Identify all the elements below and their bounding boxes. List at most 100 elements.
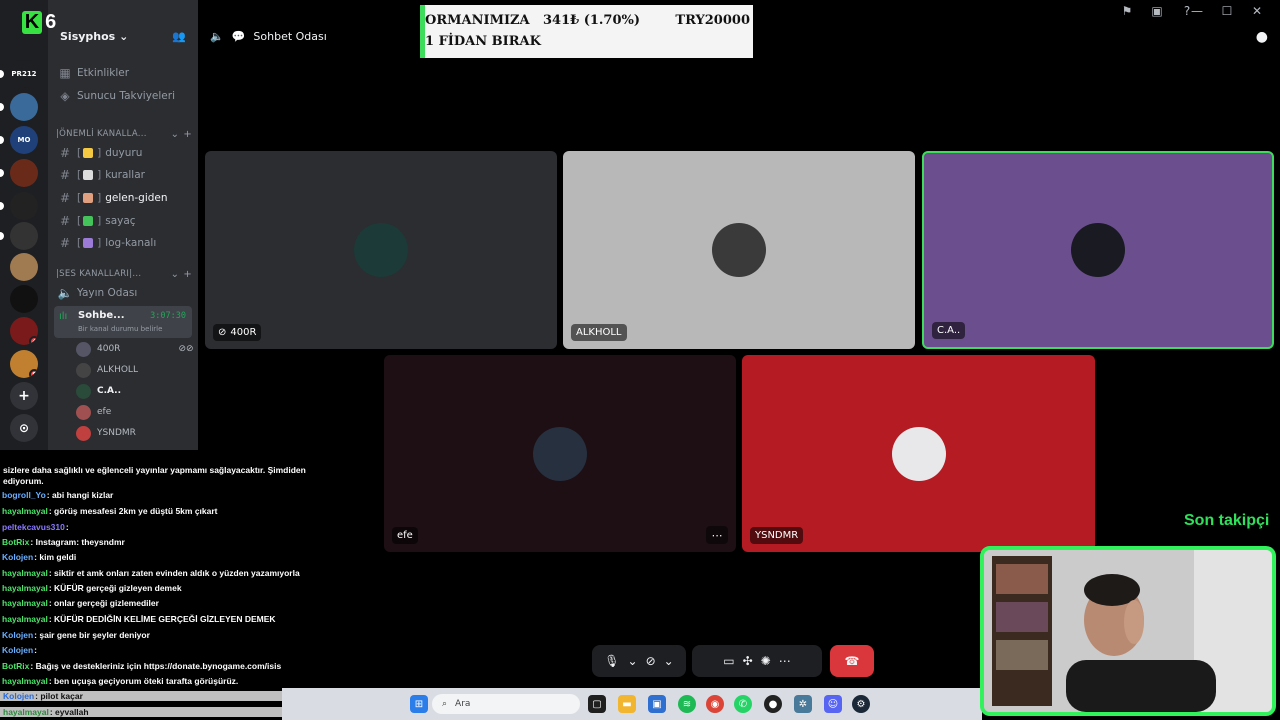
- add-channel-icon[interactable]: +: [183, 129, 192, 140]
- hashtag-icon: #: [59, 146, 71, 160]
- active-voice-name: Sohbe...: [78, 310, 125, 321]
- obs-icon[interactable]: ●: [764, 695, 782, 713]
- camera-off-icon[interactable]: ⊘: [646, 654, 656, 668]
- store-icon[interactable]: ▣: [648, 695, 666, 713]
- chat-message: hayalmayal: siktir et amk onları zaten e…: [2, 568, 300, 578]
- voice-member-0[interactable]: 400R ⊘⊘: [76, 340, 194, 358]
- server-icon-5[interactable]: [10, 222, 38, 250]
- sidebar-item-boosts[interactable]: ◈ Sunucu Takviyeleri: [56, 86, 192, 106]
- server-icon-4[interactable]: [10, 192, 38, 220]
- chat-message: hayalmayal: ben uçuşa geçiyorum öteki ta…: [2, 676, 238, 686]
- server-icon-3[interactable]: [10, 159, 38, 187]
- soundboard-icon[interactable]: ✺: [761, 654, 771, 668]
- chat-username: Kolojen: [2, 552, 34, 562]
- maximize-icon[interactable]: ☐: [1212, 0, 1242, 22]
- chrome-icon[interactable]: ◉: [706, 695, 724, 713]
- mic-control[interactable]: 🎙 ⌄ ⊘ ⌄: [592, 645, 686, 677]
- spotify-icon[interactable]: ≋: [678, 695, 696, 713]
- video-tile-efe[interactable]: efe ⋯: [384, 355, 736, 552]
- invite-people-icon[interactable]: 👥: [172, 30, 186, 43]
- text-channel-2[interactable]: # [] gelen-giden: [56, 188, 192, 208]
- chat-message: Kolojen: kim geldi: [2, 552, 76, 562]
- server-icon-1[interactable]: [10, 93, 38, 121]
- server-icon-0[interactable]: PR212: [10, 60, 38, 88]
- voice-member-4[interactable]: YSNDMR: [76, 424, 136, 442]
- server-icon-9[interactable]: 8: [10, 350, 38, 378]
- stream-chat-overlay: sizlere daha sağlıklı ve eğlenceli yayın…: [0, 448, 306, 720]
- server-icon-6[interactable]: [10, 253, 38, 281]
- more-icon[interactable]: ⋯: [779, 654, 791, 668]
- microphone-icon[interactable]: 🎙: [604, 654, 619, 668]
- voice-member-1[interactable]: ALKHOLL: [76, 361, 138, 379]
- server-name[interactable]: Sisyphos ⌄: [60, 30, 128, 43]
- video-tile-ca[interactable]: C.A..: [922, 151, 1274, 349]
- text-channel-1[interactable]: # [] kurallar: [56, 165, 192, 185]
- inbox-icon[interactable]: ▣: [1148, 2, 1166, 20]
- chat-message: hayalmayal: KÜFÜR gerçeği gizleyen demek: [2, 583, 182, 593]
- sidebar-item-events[interactable]: ▦ Etkinlikler: [56, 63, 192, 83]
- minimize-icon[interactable]: —: [1182, 0, 1212, 22]
- discord-icon[interactable]: ☺: [824, 695, 842, 713]
- open-chat-icon[interactable]: ●: [1256, 29, 1268, 45]
- chat-text: :: [65, 522, 69, 532]
- channel-status-hint[interactable]: Bir kanal durumu belirle: [78, 325, 162, 333]
- server-icon-8[interactable]: 4: [10, 317, 38, 345]
- server-icon-7[interactable]: [10, 285, 38, 313]
- windows-start-icon[interactable]: ⊞: [410, 695, 428, 713]
- text-channel-0[interactable]: # [] duyuru: [56, 143, 192, 163]
- mention-badge: 4: [29, 336, 38, 345]
- stream-logo: K6: [16, 8, 62, 36]
- voice-channel-yayin[interactable]: 🔈 Yayın Odası: [56, 283, 192, 303]
- video-tile-400r[interactable]: ⊘ 400R: [205, 151, 557, 349]
- chevron-down-icon[interactable]: ⌄: [628, 654, 638, 668]
- call-channel-name: Sohbet Odası: [253, 30, 327, 43]
- channel-label: sayaç: [105, 215, 136, 227]
- whatsapp-icon[interactable]: ✆: [734, 695, 752, 713]
- channel-label: log-kanalı: [105, 237, 157, 249]
- text-channel-3[interactable]: # [] sayaç: [56, 211, 192, 231]
- voice-member-3[interactable]: efe: [76, 403, 111, 421]
- chat-username: BotRix: [2, 661, 30, 671]
- chat-message: hayalmayal: görüş mesafesi 2km ye düştü …: [2, 506, 218, 516]
- category-important[interactable]: |ÖNEMLİ KANALLA... ⌄ +: [56, 124, 192, 144]
- file-explorer-icon[interactable]: ▬: [618, 695, 636, 713]
- chat-message: hayalmayal: eyvallah: [0, 707, 282, 717]
- server-icon-2[interactable]: MO: [10, 126, 38, 154]
- text-channel-4[interactable]: # [] log-kanalı: [56, 233, 192, 253]
- avatar: [76, 425, 91, 441]
- chat-username: Kolojen: [3, 691, 35, 701]
- flag-icon[interactable]: ⚑: [1118, 2, 1136, 20]
- unread-indicator: [0, 232, 4, 240]
- channel-sidebar: Sisyphos ⌄ 👥 ▦ Etkinlikler ◈ Sunucu Takv…: [48, 0, 198, 450]
- taskbar-search[interactable]: ⌕ Ara: [432, 694, 580, 714]
- add-server-icon[interactable]: +: [10, 382, 38, 410]
- chat-message: BotRix: Bağış ve destekleriniz için http…: [2, 661, 281, 671]
- chat-message: bogroll_Yo: abi hangi kizlar: [2, 490, 113, 500]
- active-voice-channel[interactable]: ılı Sohbe... 3:07:30 Bir kanal durumu be…: [54, 306, 192, 338]
- category-voice[interactable]: |SES KANALLARI|... ⌄ +: [56, 264, 192, 284]
- screen-share-icon[interactable]: ▭: [723, 654, 734, 668]
- bracket-icon: [: [77, 215, 82, 227]
- hashtag-icon: #: [59, 214, 71, 228]
- item-label: Sunucu Takviyeleri: [77, 90, 176, 102]
- explore-servers-icon[interactable]: ⊙: [10, 414, 38, 442]
- video-tile-alkholl[interactable]: ALKHOLL: [563, 151, 915, 349]
- task-view-icon[interactable]: ▢: [588, 695, 606, 713]
- more-options-button[interactable]: ⋯: [706, 526, 728, 544]
- chat-text: : Bağış ve destekleriniz için https://do…: [30, 661, 282, 671]
- steam-icon[interactable]: ⚙: [852, 695, 870, 713]
- tile-name-badge: ALKHOLL: [571, 324, 627, 341]
- video-tile-ysndmr[interactable]: YSNDMR: [742, 355, 1095, 552]
- voice-member-2[interactable]: C.A..: [76, 382, 121, 400]
- ticker-goal: TRY20000: [675, 13, 750, 28]
- add-channel-icon[interactable]: +: [183, 269, 192, 280]
- close-icon[interactable]: ✕: [1242, 0, 1272, 22]
- member-name: 400R: [97, 344, 121, 354]
- hang-up-icon: ☎: [844, 654, 860, 668]
- activities-icon[interactable]: ✣: [743, 654, 753, 668]
- chevron-down-icon[interactable]: ⌄: [664, 654, 674, 668]
- app-icon[interactable]: ✲: [794, 695, 812, 713]
- channel-emoji-icon: [83, 148, 94, 158]
- disconnect-button[interactable]: ☎: [830, 645, 874, 677]
- hashtag-icon: #: [59, 191, 71, 205]
